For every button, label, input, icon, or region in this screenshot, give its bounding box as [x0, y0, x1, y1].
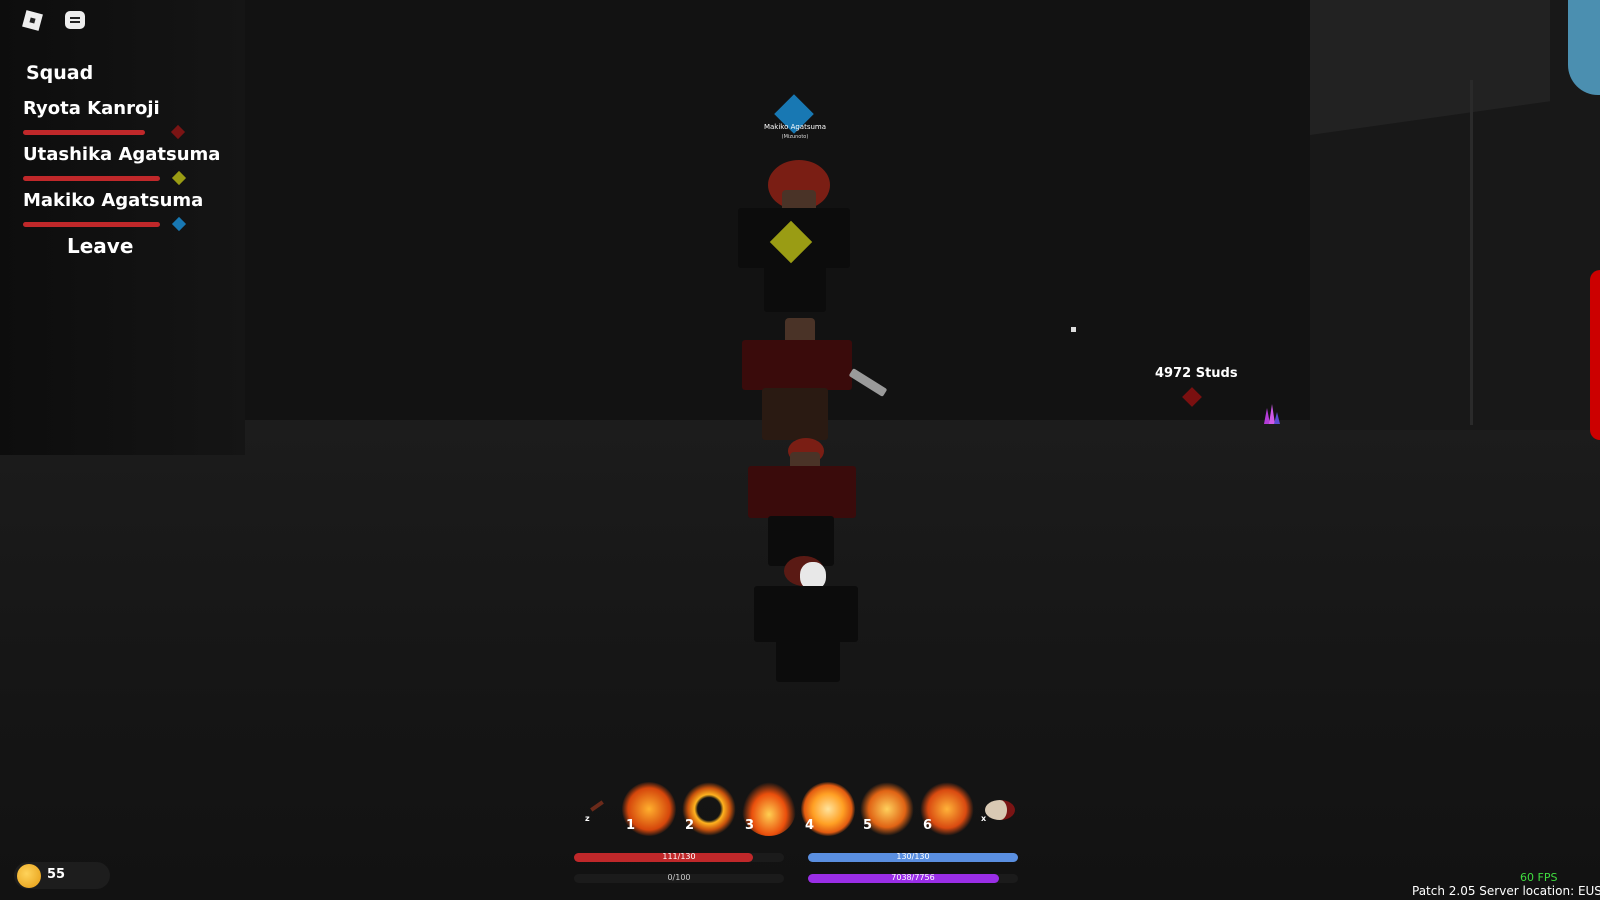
- overhead-rank: (Mizunoto): [781, 134, 809, 140]
- crosshair-dot: [1071, 327, 1076, 332]
- game-viewport[interactable]: Makiko Agatsuma (Mizunoto) 4972 Studs: [0, 0, 1600, 900]
- squad-member-name: Utashika Agatsuma: [23, 144, 221, 165]
- character-torso: [748, 466, 856, 518]
- hotbar-key-4: 4: [805, 818, 815, 833]
- stamina-bar: 130/130: [808, 852, 1018, 862]
- character-legs: [764, 262, 826, 312]
- patch-info: Patch 2.05 Server location: EUS: [1412, 884, 1600, 898]
- crystal-icon: [1264, 404, 1280, 424]
- character-legs: [762, 388, 828, 440]
- pillar-edge: [1470, 80, 1473, 425]
- health-bar: 111/130: [574, 852, 784, 862]
- bottom-left-text: 0/100: [667, 873, 691, 882]
- hotbar-key-2: 2: [685, 818, 695, 833]
- hotbar-key-x: x: [981, 814, 987, 823]
- sword: [848, 368, 888, 397]
- squad-title: Squad: [26, 62, 94, 84]
- squad-member-name: Makiko Agatsuma: [23, 190, 204, 211]
- hotbar-key-3: 3: [745, 818, 755, 833]
- leave-squad-button[interactable]: Leave: [67, 234, 133, 258]
- character-torso: [742, 340, 852, 390]
- chat-icon[interactable]: [63, 8, 87, 32]
- coin-icon: [17, 864, 41, 888]
- bottom-left-bar: 0/100: [574, 873, 784, 883]
- character-torso: [754, 586, 858, 642]
- experience-text: 7038/7756: [891, 873, 935, 882]
- coin-count: 55: [47, 867, 66, 882]
- overhead-name: Makiko Agatsuma: [763, 123, 827, 131]
- stamina-text: 130/130: [896, 852, 930, 861]
- character-legs: [776, 640, 840, 682]
- hotbar-key-5: 5: [863, 818, 873, 833]
- ice-structure: [1568, 0, 1600, 95]
- waypoint-marker-icon: [1182, 387, 1202, 407]
- hotbar-key-6: 6: [923, 818, 933, 833]
- roblox-menu-icon[interactable]: [20, 8, 44, 32]
- squad-member-health-bar: [23, 176, 160, 181]
- waypoint-distance: 4972 Studs: [1155, 366, 1238, 381]
- squad-member-health-bar: [23, 222, 160, 227]
- health-text: 111/130: [662, 852, 696, 861]
- squad-member: Utashika Agatsuma: [23, 144, 223, 186]
- squad-member-name: Ryota Kanroji: [23, 98, 160, 119]
- fps-counter: 60 FPS: [1520, 871, 1558, 884]
- hotbar-key-1: 1: [626, 818, 636, 833]
- squad-member-health-bar: [23, 130, 145, 135]
- squad-member: Makiko Agatsuma: [23, 190, 223, 232]
- red-barrier: [1590, 270, 1600, 440]
- squad-member: Ryota Kanroji: [23, 98, 223, 140]
- experience-bar: 7038/7756: [808, 873, 1018, 883]
- hotbar-key-z: z: [585, 814, 590, 823]
- tool-x-icon[interactable]: [985, 800, 1015, 820]
